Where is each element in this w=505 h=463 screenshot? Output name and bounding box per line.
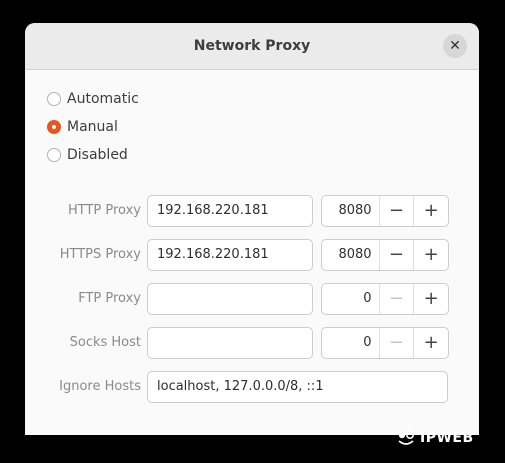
https-proxy-label: HTTPS Proxy (59, 247, 141, 262)
radio-automatic[interactable] (47, 92, 61, 106)
socks-port-value[interactable]: 0 (322, 328, 374, 358)
mode-automatic-label: Automatic (67, 91, 139, 107)
watermark-text: IPWEB (420, 430, 474, 446)
network-proxy-dialog: Network Proxy ✕ Automatic Manual Disable… (25, 23, 479, 435)
close-icon: ✕ (449, 38, 461, 54)
titlebar: Network Proxy ✕ (25, 23, 479, 70)
https-proxy-port-spinner: 8080 − + (321, 239, 449, 271)
radio-disabled[interactable] (47, 148, 61, 162)
ftp-proxy-row: FTP Proxy 0 − + (25, 283, 479, 315)
mode-manual[interactable]: Manual (47, 117, 118, 137)
radio-manual[interactable] (47, 120, 61, 134)
mode-manual-label: Manual (67, 119, 118, 135)
https-proxy-port-value[interactable]: 8080 (322, 240, 374, 270)
https-port-decrement-button[interactable]: − (378, 240, 414, 270)
ignore-hosts-label: Ignore Hosts (59, 379, 141, 394)
http-proxy-host-input[interactable]: 192.168.220.181 (147, 195, 313, 227)
socks-host-input[interactable] (147, 327, 313, 359)
mode-disabled[interactable]: Disabled (47, 145, 128, 165)
ftp-proxy-port-value[interactable]: 0 (322, 284, 374, 314)
ipweb-logo-icon (398, 430, 415, 445)
ftp-proxy-label: FTP Proxy (78, 291, 141, 306)
socks-host-label: Socks Host (69, 335, 141, 350)
ftp-proxy-host-input[interactable] (147, 283, 313, 315)
watermark: IPWEB (396, 428, 474, 448)
socks-port-spinner: 0 − + (321, 327, 449, 359)
socks-host-row: Socks Host 0 − + (25, 327, 479, 359)
http-port-increment-button[interactable]: + (413, 196, 448, 226)
ignore-hosts-input[interactable]: localhost, 127.0.0.0/8, ::1 (147, 371, 448, 403)
http-proxy-label: HTTP Proxy (67, 203, 141, 218)
http-proxy-port-value[interactable]: 8080 (322, 196, 374, 226)
close-button[interactable]: ✕ (443, 34, 467, 58)
ftp-port-increment-button[interactable]: + (413, 284, 448, 314)
mode-disabled-label: Disabled (67, 147, 128, 163)
ftp-proxy-port-spinner: 0 − + (321, 283, 449, 315)
ftp-port-decrement-button[interactable]: − (378, 284, 414, 314)
http-port-decrement-button[interactable]: − (378, 196, 414, 226)
socks-port-decrement-button[interactable]: − (378, 328, 414, 358)
dialog-title: Network Proxy (193, 38, 311, 54)
socks-port-increment-button[interactable]: + (413, 328, 448, 358)
http-proxy-port-spinner: 8080 − + (321, 195, 449, 227)
http-proxy-row: HTTP Proxy 192.168.220.181 8080 − + (25, 195, 479, 227)
https-proxy-host-input[interactable]: 192.168.220.181 (147, 239, 313, 271)
ignore-hosts-row: Ignore Hosts localhost, 127.0.0.0/8, ::1 (25, 371, 479, 403)
https-proxy-row: HTTPS Proxy 192.168.220.181 8080 − + (25, 239, 479, 271)
mode-automatic[interactable]: Automatic (47, 89, 139, 109)
https-port-increment-button[interactable]: + (413, 240, 448, 270)
